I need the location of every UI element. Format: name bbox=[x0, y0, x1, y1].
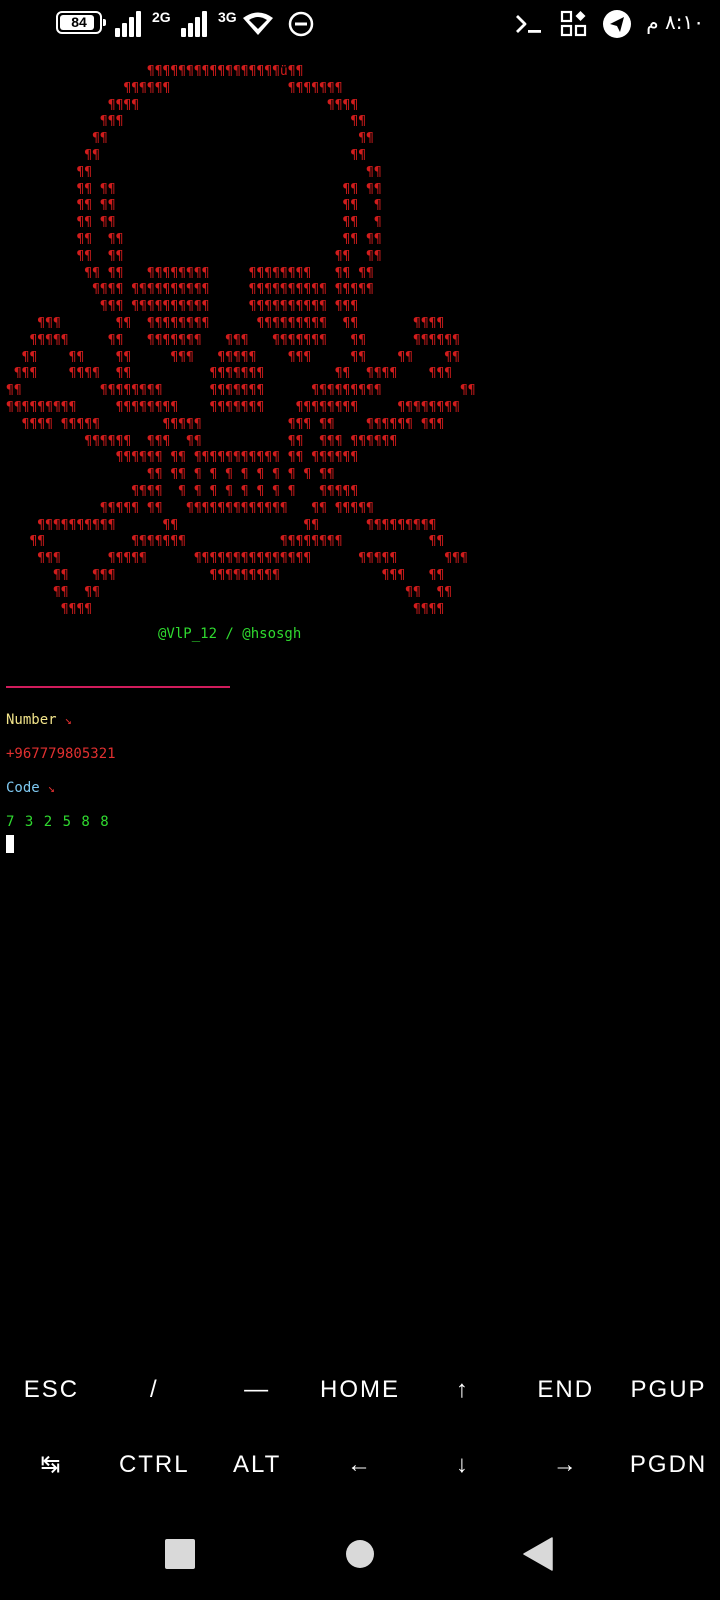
battery-icon: 84 bbox=[56, 11, 106, 34]
key-ctrl[interactable]: CTRL bbox=[103, 1427, 206, 1502]
recents-square-icon bbox=[165, 1539, 195, 1569]
number-arrow: ↘ bbox=[64, 713, 72, 727]
recents-button[interactable] bbox=[130, 1508, 230, 1600]
terminal-icon bbox=[516, 15, 541, 33]
status-time: ٨:١٠ م bbox=[646, 10, 704, 34]
key-arrow-left[interactable]: ← bbox=[309, 1427, 412, 1502]
code-arrow: ↘ bbox=[47, 781, 55, 795]
extra-keys-bar: ESC / — HOME ↑ END PGUP ↹ CTRL ALT ← ↓ →… bbox=[0, 1352, 720, 1502]
terminal-cursor[interactable] bbox=[6, 835, 14, 853]
telegram-icon bbox=[603, 10, 631, 38]
key-home[interactable]: HOME bbox=[309, 1352, 412, 1427]
network-type-2g: 2G bbox=[152, 9, 171, 25]
ascii-skull-art: ¶¶¶¶¶¶¶¶¶¶¶¶¶¶¶¶¶ü¶¶ ¶¶¶¶¶¶ ¶¶¶¶¶¶¶ ¶¶¶¶… bbox=[6, 64, 476, 617]
status-bar: 84 2G 3G ٨:١٠ م bbox=[0, 0, 720, 48]
key-arrow-up[interactable]: ↑ bbox=[411, 1352, 514, 1427]
key-dash[interactable]: — bbox=[206, 1352, 309, 1427]
key-slash[interactable]: / bbox=[103, 1352, 206, 1427]
network-type-3g: 3G bbox=[218, 9, 237, 25]
back-triangle-icon bbox=[523, 1537, 553, 1571]
home-circle-icon bbox=[346, 1540, 374, 1568]
battery-level: 84 bbox=[71, 14, 87, 30]
key-end[interactable]: END bbox=[514, 1352, 617, 1427]
code-prompt: Code ↘ bbox=[6, 780, 55, 796]
key-arrow-right[interactable]: → bbox=[514, 1427, 617, 1502]
divider-line bbox=[6, 686, 230, 688]
number-prompt: Number ↘ bbox=[6, 712, 72, 728]
apps-icon bbox=[560, 10, 587, 37]
key-pgup[interactable]: PGUP bbox=[617, 1352, 720, 1427]
key-tab[interactable]: ↹ bbox=[0, 1427, 103, 1502]
wifi-icon bbox=[243, 12, 273, 35]
home-button[interactable] bbox=[310, 1508, 410, 1600]
author-handles: @VlP_12 / @hsosgh bbox=[158, 626, 302, 642]
code-value: 7 3 2 5 8 8 bbox=[6, 814, 110, 830]
key-arrow-down[interactable]: ↓ bbox=[411, 1427, 514, 1502]
signal-icon bbox=[181, 11, 207, 37]
key-alt[interactable]: ALT bbox=[206, 1427, 309, 1502]
key-esc[interactable]: ESC bbox=[0, 1352, 103, 1427]
number-label: Number bbox=[6, 712, 57, 728]
do-not-disturb-icon bbox=[288, 11, 314, 37]
code-label: Code bbox=[6, 780, 40, 796]
number-value: +967779805321 bbox=[6, 746, 116, 762]
back-button[interactable] bbox=[488, 1508, 588, 1600]
key-pgdn[interactable]: PGDN bbox=[617, 1427, 720, 1502]
signal-icon bbox=[115, 11, 141, 37]
navigation-bar bbox=[0, 1508, 720, 1600]
terminal-output[interactable]: ¶¶¶¶¶¶¶¶¶¶¶¶¶¶¶¶¶ü¶¶ ¶¶¶¶¶¶ ¶¶¶¶¶¶¶ ¶¶¶¶… bbox=[0, 60, 720, 1360]
